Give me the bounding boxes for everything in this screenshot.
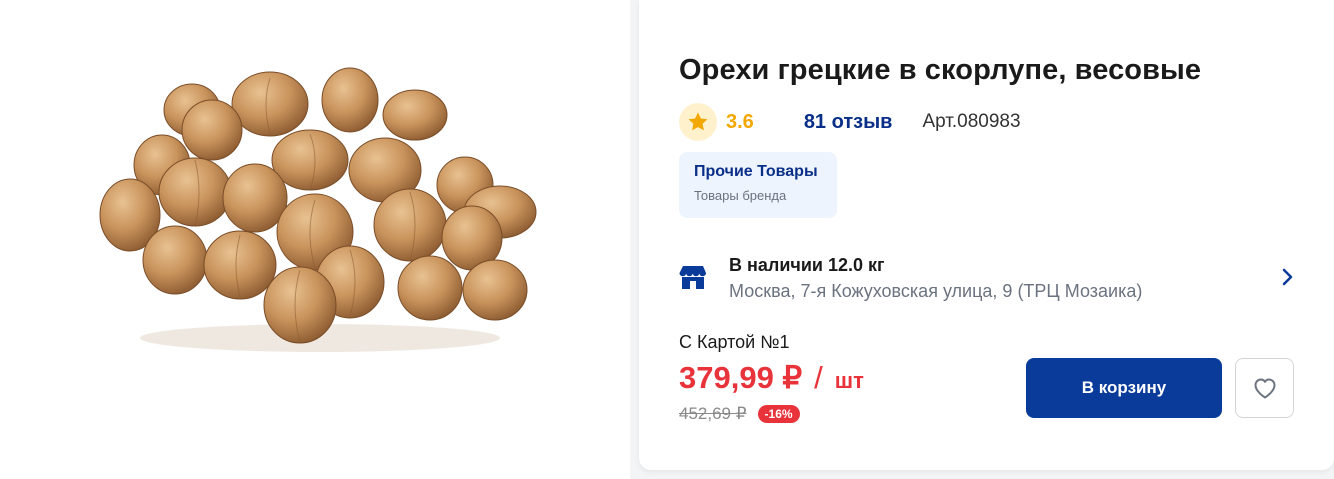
product-meta-row: 3.6 81 отзыв Арт.080983 [679,103,1021,141]
star-icon [688,112,708,131]
discount-badge: -16% [757,405,800,423]
brand-chip[interactable]: Прочие Товары Товары бренда [679,152,837,218]
rating-value: 3.6 [726,110,754,133]
product-title: Орехи грецкие в скорлупе, весовые [679,54,1202,86]
reviews-link[interactable]: 81 отзыв [804,111,893,134]
store-icon [679,266,706,289]
product-image-area [0,0,630,479]
availability-row[interactable]: В наличии 12.0 кг Москва, 7-я Кожуховска… [679,250,1295,306]
product-image[interactable] [80,60,550,360]
brand-subtitle: Товары бренда [694,188,787,203]
price-separator: / [814,360,823,395]
old-price: 452,69 ₽ [679,404,747,423]
rating-badge [679,103,717,141]
heart-icon [1254,378,1275,399]
product-page: Орехи грецкие в скорлупе, весовые 3.6 81… [0,0,1334,479]
chevron-right-icon[interactable] [1281,266,1295,288]
favorite-button[interactable] [1235,358,1294,418]
price-row: 379,99 ₽ / шт [679,360,864,396]
brand-name: Прочие Товары [694,163,818,180]
price-unit: шт [834,368,864,393]
product-info-card: Орехи грецкие в скорлупе, весовые 3.6 81… [639,0,1334,470]
add-to-cart-button[interactable]: В корзину [1026,358,1222,418]
loyalty-card-label: С Картой №1 [679,332,790,352]
article-number: Арт.080983 [922,111,1021,132]
old-price-row: 452,69 ₽ -16% [679,404,800,424]
current-price: 379,99 ₽ [679,360,803,395]
store-address: Москва, 7-я Кожуховская улица, 9 (ТРЦ Мо… [729,281,1143,301]
stock-status: В наличии 12.0 кг [729,255,885,275]
